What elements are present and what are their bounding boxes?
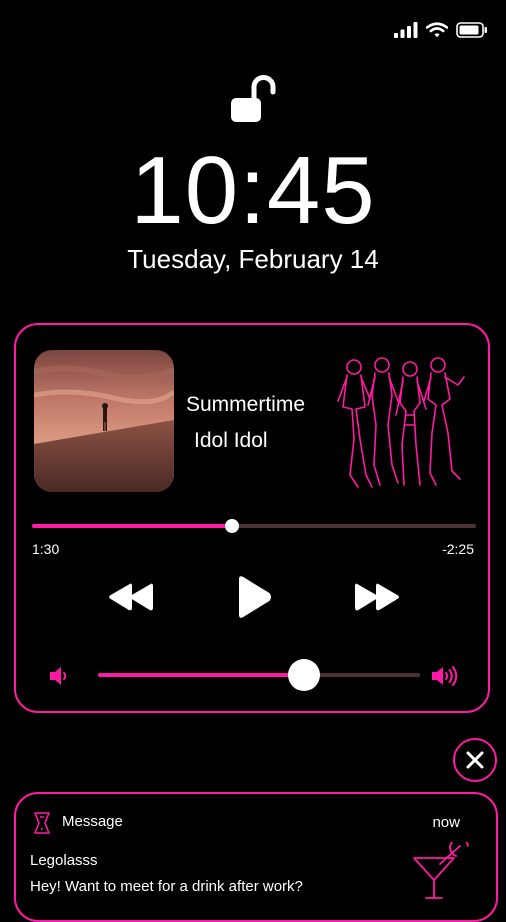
album-art[interactable] — [34, 350, 174, 492]
notification-app-name: Message — [62, 813, 123, 830]
message-notification[interactable]: Message now Legolasss Hey! Want to meet … — [14, 792, 498, 922]
progress-fill — [32, 524, 232, 528]
clock-date: Tuesday, February 14 — [127, 244, 379, 274]
play-icon — [239, 576, 271, 618]
volume-high-icon — [432, 666, 458, 686]
rewind-icon — [109, 583, 153, 611]
notification-sender: Legolasss — [30, 852, 98, 869]
message-app-icon — [34, 812, 50, 834]
signal-bars-icon — [394, 22, 418, 38]
volume-fill — [98, 673, 305, 677]
play-button[interactable] — [236, 575, 272, 622]
rewind-button[interactable] — [108, 582, 154, 615]
volume-knob[interactable] — [288, 659, 321, 691]
cocktail-glass-icon — [413, 842, 469, 899]
notification-body: Hey! Want to meet for a drink after work… — [30, 878, 303, 895]
music-player-widget[interactable]: Summertime Idol Idol 1:30 -2:25 — [14, 323, 490, 713]
unlocked-padlock-icon[interactable] — [227, 74, 279, 126]
clock-time: 10:45 — [130, 137, 376, 244]
artist-group-illustration-icon — [337, 357, 465, 488]
close-icon — [466, 751, 484, 769]
fast-forward-icon — [355, 583, 399, 611]
track-title: Summertime — [186, 393, 306, 416]
time-remaining: -2:25 — [442, 541, 474, 557]
clear-notifications-button[interactable] — [453, 738, 497, 782]
fast-forward-button[interactable] — [354, 582, 400, 615]
time-elapsed: 1:30 — [32, 541, 60, 557]
playback-progress-slider[interactable] — [32, 519, 476, 533]
wifi-icon — [426, 22, 448, 38]
status-bar — [394, 22, 488, 38]
progress-knob[interactable] — [224, 519, 239, 533]
volume-slider[interactable] — [98, 659, 420, 691]
notification-time: now — [432, 814, 460, 831]
battery-icon — [456, 22, 487, 38]
volume-low-icon — [50, 667, 67, 685]
track-artist: Idol Idol — [194, 429, 268, 452]
